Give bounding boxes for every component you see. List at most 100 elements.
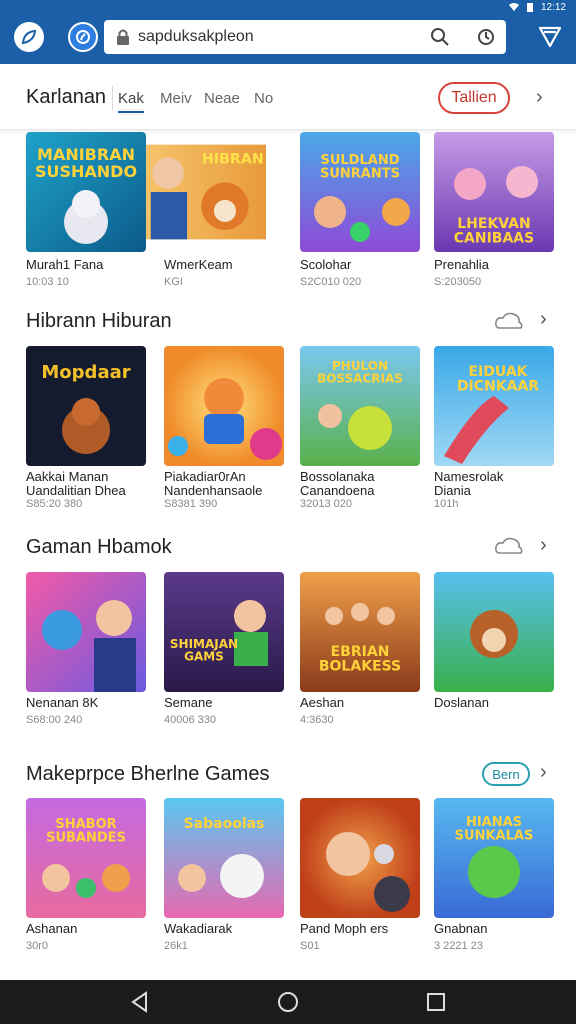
game-title[interactable]: Namesrolak: [434, 470, 564, 484]
recents-icon[interactable]: [424, 990, 448, 1014]
game-tile-1-3[interactable]: SULDLAND SUNRANTS: [300, 132, 420, 252]
compass-icon: [76, 30, 90, 44]
game-meta: S68:00 240: [26, 714, 83, 726]
game-tile-2-2[interactable]: [164, 346, 284, 466]
page-title: Karlanan: [26, 86, 107, 108]
game-thumbnail: SHIMAJAN GAMS: [164, 572, 284, 692]
chevron-right-icon[interactable]: ›: [536, 86, 543, 109]
bern-button[interactable]: Bern: [482, 762, 530, 786]
game-title[interactable]: Pand Moph ers: [300, 922, 430, 936]
game-title[interactable]: Semane: [164, 696, 294, 710]
game-tile-3-4[interactable]: [434, 572, 554, 692]
game-title[interactable]: Gnabnan: [434, 922, 564, 936]
tab-kak[interactable]: Kak: [118, 90, 144, 113]
game-title[interactable]: WmerKeam: [164, 258, 294, 272]
game-tile-1-2[interactable]: HIBRAN: [146, 132, 298, 252]
game-title[interactable]: Aakkai Manan: [26, 470, 156, 484]
battery-icon: [526, 3, 533, 12]
browser-toolbar: sapduksakpleon: [0, 14, 576, 64]
game-meta: S01: [300, 940, 320, 952]
game-tile-4-1[interactable]: SHABOR SUBANDES: [26, 798, 146, 918]
tile-art-title: MANIBRAN SUSHANDO: [35, 145, 137, 181]
system-nav-bar: [0, 980, 576, 1024]
url-bar[interactable]: sapduksakpleon: [104, 20, 506, 54]
game-meta: S:203050: [434, 276, 482, 288]
chevron-right-icon[interactable]: ›: [540, 308, 547, 331]
game-meta: 4:3630: [300, 714, 334, 726]
game-tile-3-2[interactable]: SHIMAJAN GAMS: [164, 572, 284, 692]
game-meta: 32013 020: [300, 498, 352, 510]
tile-art-title: SHABOR SUBANDES: [46, 817, 126, 846]
game-title[interactable]: Scolohar: [300, 258, 430, 272]
game-tile-4-2[interactable]: Sabaoolas: [164, 798, 284, 918]
game-title[interactable]: Nenanan 8K: [26, 696, 156, 710]
home-icon[interactable]: [276, 990, 300, 1014]
game-title[interactable]: Doslanan: [434, 696, 564, 710]
game-thumbnail: HIANAS SUNKALAS: [434, 798, 554, 918]
game-meta: 40006 330: [164, 714, 216, 726]
game-tile-4-4[interactable]: HIANAS SUNKALAS: [434, 798, 554, 918]
tile-art-title: HIBRAN: [202, 152, 264, 168]
chevron-right-icon[interactable]: ›: [540, 534, 547, 557]
game-meta: 30r0: [26, 940, 49, 952]
compass-button[interactable]: [68, 22, 98, 52]
reload-icon[interactable]: [476, 27, 496, 47]
lock-icon: [117, 29, 129, 45]
game-thumbnail: LHEKVAN CANIBAAS: [434, 132, 554, 252]
game-thumbnail: SHABOR SUBANDES: [26, 798, 146, 918]
game-meta: 10:03 10: [26, 276, 69, 288]
game-tile-4-3[interactable]: [300, 798, 420, 918]
game-thumbnail: [434, 572, 554, 692]
status-bar: 12:12: [0, 0, 576, 14]
game-meta: 26k1: [164, 940, 188, 952]
back-icon[interactable]: [128, 990, 152, 1014]
game-thumbnail: [300, 798, 420, 918]
search-icon[interactable]: [430, 27, 450, 47]
game-thumbnail: EBRIAN BOLAKESS: [300, 572, 420, 692]
game-title[interactable]: Wakadiarak: [164, 922, 294, 936]
tab-neae[interactable]: Neae: [204, 90, 240, 107]
url-text: sapduksakpleon: [138, 28, 254, 45]
section-title: Hibrann Hiburan: [26, 310, 172, 332]
status-time: 12:12: [540, 1, 566, 13]
game-tile-2-1[interactable]: Mopdaar: [26, 346, 146, 466]
tab-meiv[interactable]: Meiv: [160, 90, 192, 107]
game-thumbnail: SULDLAND SUNRANTS: [300, 132, 420, 252]
tile-art-title: LHEKVAN CANIBAAS: [454, 216, 534, 247]
chevron-right-icon[interactable]: ›: [540, 761, 547, 784]
app-logo-button[interactable]: [14, 22, 44, 52]
tile-art-title: EBRIAN BOLAKESS: [319, 644, 401, 675]
section-title: Makeprpce Bherlne Games: [26, 763, 270, 785]
game-title[interactable]: Ashanan: [26, 922, 156, 936]
tallien-button[interactable]: Tallien: [438, 82, 510, 114]
game-meta: S8381 390: [164, 498, 218, 510]
status-icons: 12:12: [508, 0, 566, 14]
category-tabs-bar: Karlanan Kak Meiv Neae No Tallien ›: [0, 64, 576, 130]
game-thumbnail: Mopdaar: [26, 346, 146, 466]
game-title[interactable]: Bossolanaka: [300, 470, 430, 484]
game-thumbnail: EIDUAK DICNKAAR: [434, 346, 554, 466]
send-icon[interactable]: [538, 24, 562, 48]
game-tile-1-1[interactable]: MANIBRAN SUSHANDO: [26, 132, 146, 252]
game-subtitle: Diania: [434, 484, 471, 498]
game-title[interactable]: Murah1 Fana: [26, 258, 156, 272]
game-tile-2-4[interactable]: EIDUAK DICNKAAR: [434, 346, 554, 466]
game-tile-2-3[interactable]: PHULON BOSSACRIAS: [300, 346, 420, 466]
game-title[interactable]: Aeshan: [300, 696, 430, 710]
game-title[interactable]: Prenahlia: [434, 258, 564, 272]
game-meta: KGI: [164, 276, 183, 288]
game-meta: S2C010 020: [300, 276, 362, 288]
cloud-icon[interactable]: [494, 535, 524, 557]
leaf-icon: [21, 29, 37, 45]
cloud-icon[interactable]: [494, 310, 524, 332]
game-title[interactable]: Piakadiar0rAn: [164, 470, 294, 484]
game-thumbnail: HIBRAN: [146, 144, 266, 240]
game-tile-3-3[interactable]: EBRIAN BOLAKESS: [300, 572, 420, 692]
game-thumbnail: MANIBRAN SUSHANDO: [26, 132, 146, 252]
tab-no[interactable]: No: [254, 90, 273, 107]
game-tile-3-1[interactable]: [26, 572, 146, 692]
game-meta: 3 2221 23: [434, 940, 483, 952]
game-tile-1-4[interactable]: LHEKVAN CANIBAAS: [434, 132, 554, 252]
section-title: Gaman Hbamok: [26, 536, 172, 558]
game-meta: 101h: [434, 498, 459, 510]
